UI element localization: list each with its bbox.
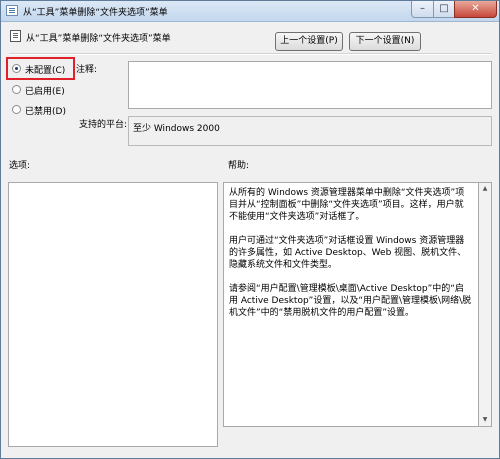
- minimize-button[interactable]: –: [411, 1, 434, 18]
- platform-field: 至少 Windows 2000: [128, 116, 492, 146]
- window-policy-icon: [6, 5, 18, 16]
- scroll-up-icon[interactable]: ▲: [480, 184, 490, 194]
- title-bar[interactable]: 从“工具”菜单删除“文件夹选项”菜单 – □ ✕: [1, 1, 499, 22]
- help-paragraph: 用户可通过“文件夹选项”对话框设置 Windows 资源管理器的许多属性，如 A…: [229, 236, 467, 270]
- window-title: 从“工具”菜单删除“文件夹选项”菜单: [23, 8, 168, 18]
- options-label: 选项:: [9, 161, 31, 171]
- policy-doc-icon: [10, 30, 21, 42]
- scroll-down-icon[interactable]: ▼: [480, 415, 490, 425]
- header-divider: [9, 53, 492, 55]
- policy-title: 从“工具”菜单删除“文件夹选项”菜单: [26, 34, 171, 44]
- platform-label: 支持的平台:: [79, 120, 128, 130]
- help-scrollbar[interactable]: ▲ ▼: [479, 182, 492, 427]
- previous-setting-button[interactable]: 上一个设置(P): [275, 32, 343, 51]
- radio-label-not-configured: 未配置(C): [25, 66, 66, 76]
- policy-settings-window: 从“工具”菜单删除“文件夹选项”菜单 – □ ✕ 从“工具”菜单删除“文件夹选项…: [0, 0, 500, 459]
- radio-button[interactable]: [12, 105, 21, 114]
- radio-label-disabled: 已禁用(D): [25, 107, 66, 117]
- comment-label: 注释:: [76, 65, 98, 75]
- maximize-button[interactable]: □: [433, 1, 455, 18]
- next-setting-button[interactable]: 下一个设置(N): [349, 32, 421, 51]
- help-paragraph: 请参阅“用户配置\管理模板\桌面\Active Desktop”中的“启用 Ac…: [229, 284, 472, 318]
- policy-header: 从“工具”菜单删除“文件夹选项”菜单: [1, 22, 499, 52]
- help-text-panel[interactable]: 从所有的 Windows 资源管理器菜单中删除“文件夹选项”项目并从“控制面板”…: [223, 182, 479, 427]
- radio-button[interactable]: [12, 85, 21, 94]
- options-panel[interactable]: [8, 182, 218, 447]
- close-button[interactable]: ✕: [454, 1, 497, 18]
- platform-value: 至少 Windows 2000: [133, 124, 220, 134]
- comment-textarea[interactable]: [128, 61, 492, 109]
- help-label: 帮助:: [228, 161, 250, 171]
- radio-label-enabled: 已启用(E): [25, 87, 65, 97]
- radio-button-checked[interactable]: [12, 64, 21, 73]
- help-paragraph: 从所有的 Windows 资源管理器菜单中删除“文件夹选项”项目并从“控制面板”…: [229, 188, 465, 222]
